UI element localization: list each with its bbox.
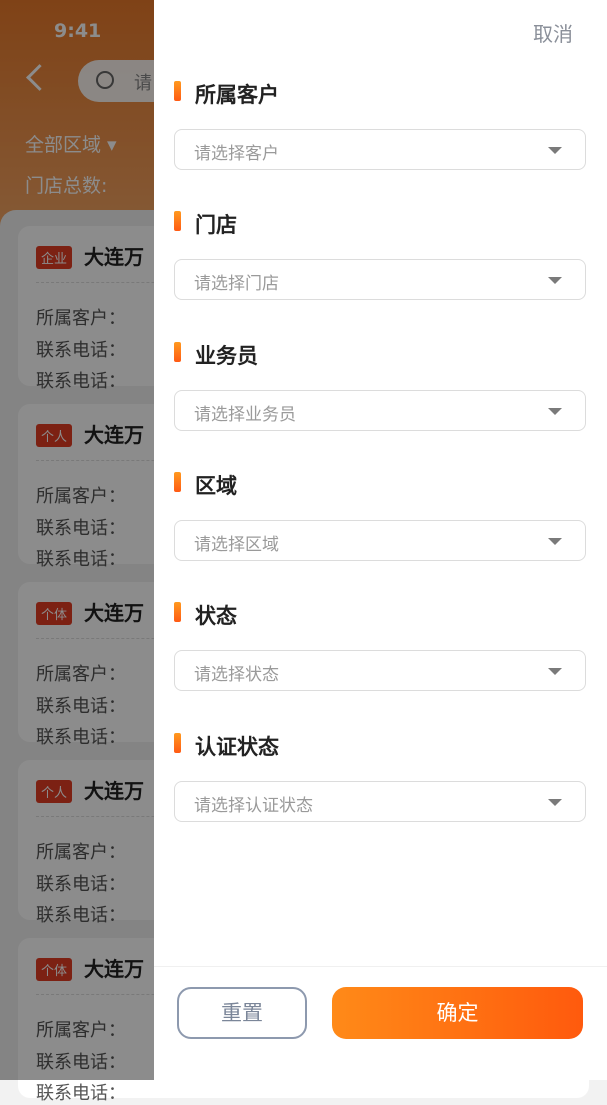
footer-divider	[154, 966, 607, 967]
section-title-region: 区域	[174, 470, 237, 500]
section-label: 区域	[195, 474, 237, 498]
status-select[interactable]: 请选择状态	[174, 650, 586, 691]
region-select[interactable]: 请选择区域	[174, 520, 586, 561]
section-label: 业务员	[195, 344, 258, 368]
section-marker	[174, 211, 181, 231]
caret-down-icon	[548, 408, 562, 415]
customer-select[interactable]: 请选择客户	[174, 129, 586, 170]
reset-button[interactable]: 重置	[177, 987, 307, 1039]
salesperson-select[interactable]: 请选择业务员	[174, 390, 586, 431]
select-placeholder: 请选择状态	[194, 665, 279, 685]
section-title-salesperson: 业务员	[174, 340, 258, 370]
section-marker	[174, 81, 181, 101]
section-marker	[174, 472, 181, 492]
caret-down-icon	[548, 799, 562, 806]
section-title-customer: 所属客户	[174, 79, 279, 109]
section-title-store: 门店	[174, 209, 237, 239]
section-label: 状态	[195, 604, 237, 628]
store-select[interactable]: 请选择门店	[174, 259, 586, 300]
section-marker	[174, 342, 181, 362]
caret-down-icon	[548, 277, 562, 284]
section-title-cert-status: 认证状态	[174, 731, 279, 761]
select-placeholder: 请选择区域	[194, 535, 279, 555]
section-label: 门店	[195, 213, 237, 237]
select-placeholder: 请选择客户	[194, 144, 279, 164]
confirm-button[interactable]: 确定	[332, 987, 583, 1039]
section-title-status: 状态	[174, 600, 237, 630]
phone-label: 联系电话：	[36, 1083, 126, 1104]
section-label: 认证状态	[195, 735, 279, 759]
select-placeholder: 请选择门店	[194, 274, 279, 294]
caret-down-icon	[548, 538, 562, 545]
caret-down-icon	[548, 668, 562, 675]
section-label: 所属客户	[195, 83, 279, 107]
section-marker	[174, 733, 181, 753]
cancel-button[interactable]: 取消	[533, 18, 573, 47]
select-placeholder: 请选择业务员	[194, 405, 296, 425]
cert-status-select[interactable]: 请选择认证状态	[174, 781, 586, 822]
caret-down-icon	[548, 147, 562, 154]
filter-drawer: 取消 所属客户 请选择客户 门店 请选择门店 业务员 请选择业务员 区域 请选择…	[154, 0, 607, 1080]
section-marker	[174, 602, 181, 622]
select-placeholder: 请选择认证状态	[194, 796, 313, 816]
